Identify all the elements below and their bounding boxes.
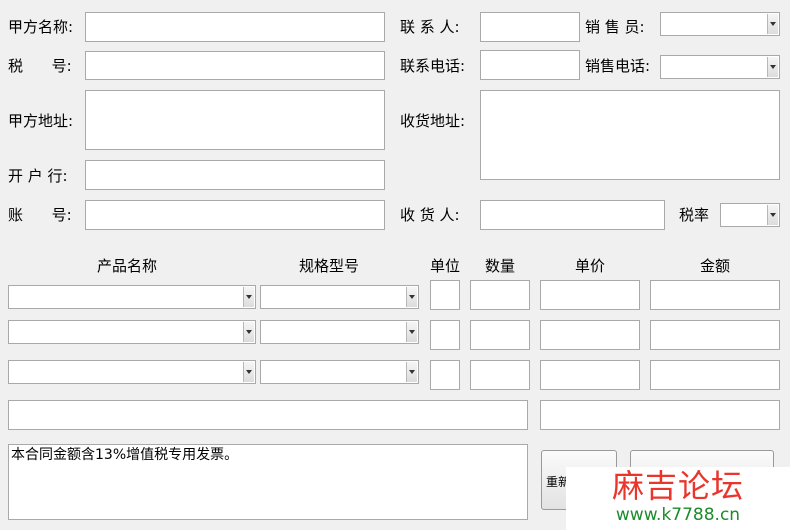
forum-watermark: 麻吉论坛 www.k7788.cn (566, 467, 790, 530)
watermark-url: www.k7788.cn (615, 505, 741, 525)
qty-input-row2[interactable] (470, 320, 530, 350)
party-a-name-label: 甲方名称: (8, 18, 74, 36)
unit-input-row2[interactable] (430, 320, 460, 350)
price-input-row3[interactable] (540, 360, 640, 390)
contact-phone-input[interactable] (480, 50, 580, 80)
amount-input-row3[interactable] (650, 360, 780, 390)
account-input[interactable] (85, 200, 385, 230)
col-header-amount: 金额 (699, 257, 730, 275)
price-input-row1[interactable] (540, 280, 640, 310)
sales-phone-label: 销售电话: (585, 57, 651, 75)
salesperson-label: 销 售 员: (585, 18, 645, 36)
party-a-address-label: 甲方地址: (8, 112, 74, 130)
chevron-down-icon[interactable] (406, 287, 417, 307)
tax-number-input[interactable] (85, 51, 385, 80)
chevron-down-icon[interactable] (767, 57, 778, 77)
col-header-qty: 数量 (484, 257, 515, 275)
product-select-row1[interactable] (8, 285, 256, 309)
spec-select-row2[interactable] (260, 320, 419, 344)
unit-input-row1[interactable] (430, 280, 460, 310)
col-header-product: 产品名称 (96, 257, 157, 275)
watermark-title: 麻吉论坛 (611, 467, 744, 505)
chevron-down-icon[interactable] (243, 322, 254, 342)
total-amount-input[interactable] (540, 400, 780, 430)
chevron-down-icon[interactable] (767, 205, 778, 225)
unit-input-row3[interactable] (430, 360, 460, 390)
spec-select-row1[interactable] (260, 285, 419, 309)
col-header-spec: 规格型号 (298, 257, 359, 275)
bank-input[interactable] (85, 160, 385, 190)
qty-input-row1[interactable] (470, 280, 530, 310)
price-input-row2[interactable] (540, 320, 640, 350)
tax-number-label: 税 号: (8, 57, 72, 75)
chevron-down-icon[interactable] (406, 322, 417, 342)
receiver-input[interactable] (480, 200, 665, 230)
amount-input-row1[interactable] (650, 280, 780, 310)
product-select-row3[interactable] (8, 360, 256, 384)
salesperson-select[interactable] (660, 12, 780, 36)
bank-label: 开 户 行: (8, 167, 68, 185)
contact-input[interactable] (480, 12, 580, 42)
qty-input-row3[interactable] (470, 360, 530, 390)
chevron-down-icon[interactable] (243, 287, 254, 307)
total-amount-words-input[interactable] (8, 400, 528, 430)
party-a-name-input[interactable] (85, 12, 385, 42)
tax-rate-select[interactable] (720, 203, 780, 227)
sales-phone-select[interactable] (660, 55, 780, 79)
chevron-down-icon[interactable] (243, 362, 254, 382)
ship-address-input[interactable] (480, 90, 780, 180)
tax-rate-label: 税率 (679, 206, 710, 224)
spec-select-row3[interactable] (260, 360, 419, 384)
contract-note-text: 本合同金额含13%增值税专用发票。 (11, 447, 239, 463)
contact-phone-label: 联系电话: (400, 57, 466, 75)
party-a-address-input[interactable] (85, 90, 385, 150)
contact-label: 联 系 人: (400, 18, 460, 36)
contract-note-textarea[interactable]: 本合同金额含13%增值税专用发票。 (8, 444, 528, 520)
amount-input-row2[interactable] (650, 320, 780, 350)
ship-address-label: 收货地址: (400, 112, 466, 130)
col-header-price: 单价 (574, 257, 605, 275)
account-label: 账 号: (8, 206, 72, 224)
col-header-unit: 单位 (429, 257, 460, 275)
chevron-down-icon[interactable] (767, 14, 778, 34)
receiver-label: 收 货 人: (400, 206, 460, 224)
chevron-down-icon[interactable] (406, 362, 417, 382)
product-select-row2[interactable] (8, 320, 256, 344)
